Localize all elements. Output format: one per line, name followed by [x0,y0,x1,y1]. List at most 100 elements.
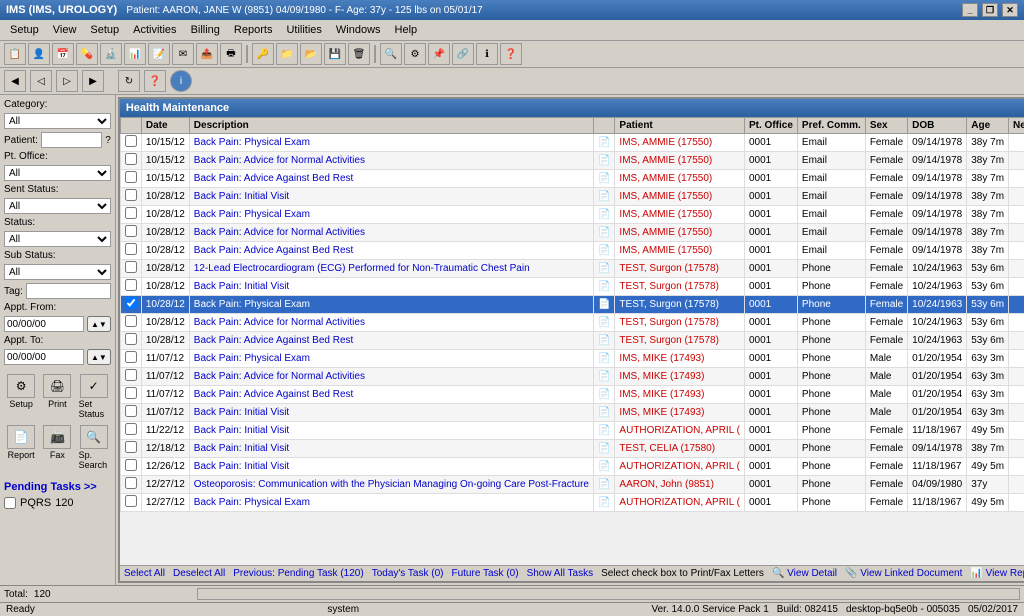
close-button[interactable]: ✕ [1002,3,1018,17]
row-doc-icon[interactable]: 📄 [598,137,610,148]
row-doc-icon[interactable]: 📄 [598,263,610,274]
row-doc-icon[interactable]: 📄 [598,407,610,418]
tb-btn-2[interactable]: 👤 [28,43,50,65]
row-checkbox[interactable] [125,495,137,507]
col-pt-office[interactable]: Pt. Office [745,118,798,134]
deselect-all-link[interactable]: Deselect All [173,568,225,579]
tb-btn-13[interactable]: 📂 [300,43,322,65]
row-checkbox[interactable] [125,243,137,255]
tb-btn-18[interactable]: 📌 [428,43,450,65]
row-checkbox-cell[interactable] [120,152,141,170]
row-patient[interactable]: IMS, MIKE (17493) [615,386,745,404]
menu-setup2[interactable]: Setup [84,22,125,38]
nav-help[interactable]: ❓ [144,70,166,92]
row-doc-icon[interactable]: 📄 [598,461,610,472]
row-desc-link[interactable]: Back Pain: Initial Visit [194,425,289,436]
menu-activities[interactable]: Activities [127,22,182,38]
row-checkbox[interactable] [125,171,137,183]
view-linked-link[interactable]: 📎 View Linked Document [845,568,962,579]
row-patient[interactable]: TEST, Surgon (17578) [615,332,745,350]
row-checkbox-cell[interactable] [120,476,141,494]
row-desc-link[interactable]: Back Pain: Physical Exam [194,497,310,508]
row-description[interactable]: Back Pain: Physical Exam [189,296,593,314]
tb-btn-14[interactable]: 💾 [324,43,346,65]
row-checkbox-cell[interactable] [120,368,141,386]
nav-back2[interactable]: ◁ [30,70,52,92]
row-checkbox[interactable] [125,369,137,381]
row-checkbox[interactable] [125,261,137,273]
tb-btn-7[interactable]: 📝 [148,43,170,65]
row-checkbox-cell[interactable] [120,422,141,440]
row-icon[interactable]: 📄 [593,278,614,296]
tb-btn-5[interactable]: 🔬 [100,43,122,65]
row-doc-icon[interactable]: 📄 [598,443,610,454]
row-checkbox-cell[interactable] [120,332,141,350]
row-doc-icon[interactable]: 📄 [598,353,610,364]
row-patient[interactable]: AUTHORIZATION, APRIL ( [615,458,745,476]
tb-btn-10[interactable]: 🖶 [220,43,242,65]
table-row[interactable]: 11/07/12 Back Pain: Advice for Normal Ac… [120,368,1024,386]
setup-button[interactable]: ⚙ Setup [4,372,38,421]
row-desc-link[interactable]: Back Pain: Advice Against Bed Rest [194,173,354,184]
nav-fwd2[interactable]: ▶ [82,70,104,92]
row-doc-icon[interactable]: 📄 [598,209,610,220]
table-row[interactable]: 10/28/12 Back Pain: Physical Exam 📄 IMS,… [120,206,1024,224]
row-patient[interactable]: IMS, AMMIE (17550) [615,242,745,260]
col-age[interactable]: Age [967,118,1009,134]
row-description[interactable]: Back Pain: Initial Visit [189,188,593,206]
appt-to-input[interactable] [4,349,84,365]
row-doc-icon[interactable]: 📄 [598,191,610,202]
menu-setup[interactable]: Setup [4,22,45,38]
row-desc-link[interactable]: Back Pain: Initial Visit [194,461,289,472]
row-description[interactable]: Back Pain: Advice for Normal Activities [189,368,593,386]
col-dob[interactable]: DOB [908,118,967,134]
row-desc-link[interactable]: Back Pain: Physical Exam [194,137,310,148]
tb-btn-16[interactable]: 🔍 [380,43,402,65]
row-description[interactable]: Back Pain: Advice Against Bed Rest [189,170,593,188]
row-icon[interactable]: 📄 [593,224,614,242]
nav-back[interactable]: ◀ [4,70,26,92]
nav-refresh[interactable]: ↻ [118,70,140,92]
row-checkbox[interactable] [125,279,137,291]
table-row[interactable]: 10/28/12 Back Pain: Advice Against Bed R… [120,242,1024,260]
row-doc-icon[interactable]: 📄 [598,497,610,508]
tb-btn-1[interactable]: 📋 [4,43,26,65]
row-patient[interactable]: AUTHORIZATION, APRIL ( [615,422,745,440]
status-select[interactable]: All [4,231,111,247]
minimize-button[interactable]: _ [962,3,978,17]
row-description[interactable]: Back Pain: Advice for Normal Activities [189,152,593,170]
table-row[interactable]: 10/15/12 Back Pain: Advice for Normal Ac… [120,152,1024,170]
row-icon[interactable]: 📄 [593,350,614,368]
menu-help[interactable]: Help [389,22,424,38]
row-patient[interactable]: AARON, John (9851) [615,476,745,494]
row-patient[interactable]: IMS, AMMIE (17550) [615,170,745,188]
row-desc-link[interactable]: Back Pain: Initial Visit [194,407,289,418]
tb-btn-4[interactable]: 💊 [76,43,98,65]
row-checkbox[interactable] [125,333,137,345]
row-checkbox-cell[interactable] [120,260,141,278]
tb-btn-8[interactable]: ✉ [172,43,194,65]
row-doc-icon[interactable]: 📄 [598,425,610,436]
row-patient[interactable]: IMS, MIKE (17493) [615,350,745,368]
ptoffice-select[interactable]: All [4,165,111,181]
row-description[interactable]: Back Pain: Physical Exam [189,206,593,224]
row-icon[interactable]: 📄 [593,242,614,260]
menu-view[interactable]: View [47,22,83,38]
col-pref-comm[interactable]: Pref. Comm. [797,118,865,134]
menu-reports[interactable]: Reports [228,22,279,38]
tb-btn-19[interactable]: 🔗 [452,43,474,65]
row-patient[interactable]: TEST, Surgon (17578) [615,278,745,296]
row-patient[interactable]: IMS, AMMIE (17550) [615,206,745,224]
row-checkbox[interactable] [125,135,137,147]
row-description[interactable]: Back Pain: Advice Against Bed Rest [189,242,593,260]
row-description[interactable]: Back Pain: Advice for Normal Activities [189,314,593,332]
sp-search-button[interactable]: 🔍 Sp. Search [77,423,111,472]
menu-billing[interactable]: Billing [185,22,226,38]
row-desc-link[interactable]: Back Pain: Advice for Normal Activities [194,155,365,166]
data-table-container[interactable]: Date Description Patient Pt. Office Pref… [120,117,1024,565]
patient-input[interactable] [41,132,102,148]
tb-btn-15[interactable]: 🗑 [348,43,370,65]
row-checkbox[interactable] [125,441,137,453]
row-desc-link[interactable]: Back Pain: Initial Visit [194,191,289,202]
appt-from-input[interactable] [4,316,84,332]
